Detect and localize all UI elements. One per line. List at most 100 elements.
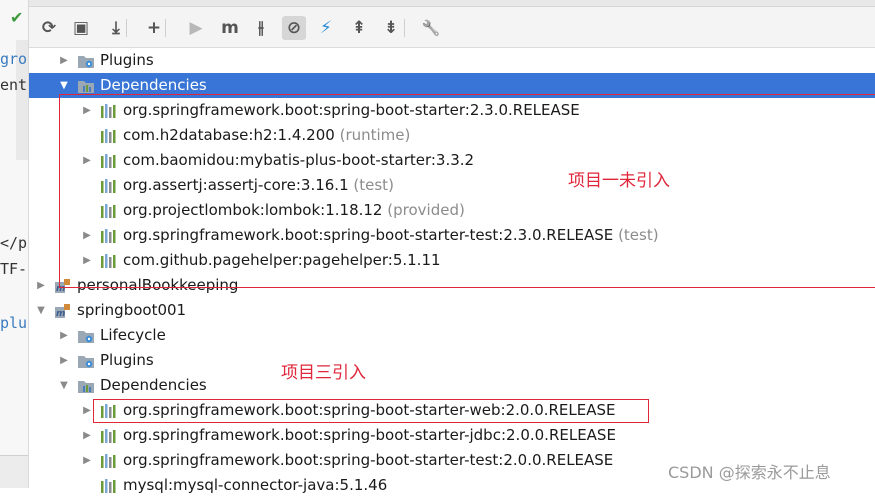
chevron-down-icon[interactable]: ▼	[58, 73, 70, 98]
library-icon	[100, 152, 118, 168]
execute-goal-icon[interactable]: m	[218, 16, 242, 40]
chevron-down-icon[interactable]: ▼	[35, 298, 47, 323]
annotation-project3-note: 项目三引入	[281, 363, 366, 383]
library-icon	[100, 227, 118, 243]
editor-text-fragment: gro	[0, 50, 28, 68]
tree-row[interactable]: ▼ Dependencies	[29, 373, 875, 398]
dependency-scope: (test)	[353, 176, 394, 194]
tree-item-label: org.springframework.boot:spring-boot-sta…	[123, 101, 580, 119]
folder-deps-icon	[77, 77, 95, 93]
tree-row[interactable]: org.projectlombok:lombok:1.18.12 (provid…	[29, 198, 875, 223]
annotation-project1-note: 项目一未引入	[568, 171, 670, 191]
download-icon[interactable]: ⤓	[104, 16, 128, 40]
library-icon	[100, 127, 118, 143]
tree-item-label: org.springframework.boot:spring-boot-sta…	[123, 401, 616, 419]
library-icon	[100, 252, 118, 268]
editor-text-fragment: plu	[0, 314, 28, 332]
tree-item-label: org.springframework.boot:spring-boot-sta…	[123, 426, 616, 444]
chevron-right-icon[interactable]: ▶	[81, 448, 93, 473]
tree-row[interactable]: ▶ Lifecycle	[29, 323, 875, 348]
chevron-right-icon[interactable]: ▶	[35, 273, 47, 298]
folder-plugin-icon	[77, 352, 95, 368]
settings-wrench-icon[interactable]: 🔧	[419, 16, 443, 40]
maven-module-icon: m	[54, 277, 72, 294]
tree-item-label: Lifecycle	[100, 326, 166, 344]
tree-item-label: org.springframework.boot:spring-boot-sta…	[123, 226, 614, 244]
maven-toolbar: ⟳ ▣ ⤓ + ▶ m ⫲ ⊘ ⚡ ⇞ ⇟ 🔧	[29, 7, 875, 48]
show-dependencies-icon[interactable]: ⚡	[314, 16, 338, 40]
chevron-right-icon[interactable]: ▶	[58, 348, 70, 373]
tree-row[interactable]: ▶ org.springframework.boot:spring-boot-st…	[29, 98, 875, 123]
collapse-all-icon[interactable]: ⇟	[379, 16, 403, 40]
library-icon	[100, 427, 118, 443]
library-icon	[100, 102, 118, 118]
tree-item-label: Dependencies	[100, 376, 207, 394]
tree-row[interactable]: ▼ m springboot001	[29, 298, 875, 323]
tree-row[interactable]: ▶ org.springframework.boot:spring-boot-st…	[29, 398, 875, 423]
folder-plugin-icon	[77, 327, 95, 343]
maven-tool-window: ⟳ ▣ ⤓ + ▶ m ⫲ ⊘ ⚡ ⇞ ⇟ 🔧 ▶ Plugins ▼ Dependencies ▶ org.s…	[29, 0, 875, 494]
skip-tests-icon[interactable]: ⊘	[282, 16, 306, 40]
dependency-scope: (test)	[618, 226, 659, 244]
chevron-right-icon[interactable]: ▶	[81, 98, 93, 123]
library-icon	[100, 202, 118, 218]
folder-plugin-icon	[77, 52, 95, 68]
tree-row[interactable]: ▶ org.springframework.boot:spring-boot-st…	[29, 223, 875, 248]
tree-item-label: com.h2database:h2:1.4.200	[123, 126, 335, 144]
generate-sources-icon[interactable]: ▣	[69, 16, 93, 40]
tree-item-label: org.springframework.boot:spring-boot-sta…	[123, 451, 614, 469]
tree-item-label: Dependencies	[100, 76, 207, 94]
editor-text-fragment: ent	[0, 76, 28, 94]
library-icon	[100, 452, 118, 468]
library-icon	[100, 177, 118, 193]
chevron-right-icon[interactable]: ▶	[81, 398, 93, 423]
tree-item-label: org.projectlombok:lombok:1.18.12	[123, 201, 383, 219]
tree-item-label: com.baomidou:mybatis-plus-boot-starter:3…	[123, 151, 475, 169]
chevron-down-icon[interactable]: ▼	[58, 373, 70, 398]
editor-text-fragment: TF-	[0, 260, 28, 278]
tree-row[interactable]: ▶ m personalBookkeeping	[29, 273, 875, 298]
maven-project-tree: ▶ Plugins ▼ Dependencies ▶ org.springframewor…	[29, 48, 875, 494]
toolbar-separator	[404, 19, 405, 37]
chevron-right-icon[interactable]: ▶	[81, 148, 93, 173]
checkmark-icon: ✔	[10, 8, 24, 27]
tree-row[interactable]: ▶ com.github.pagehelper:pagehelper:5.1.11	[29, 248, 875, 273]
tree-item-label: springboot001	[77, 301, 187, 319]
library-icon	[100, 477, 118, 493]
tree-item-label: Plugins	[100, 51, 154, 69]
tree-row[interactable]: ▶ Plugins	[29, 48, 875, 73]
chevron-right-icon[interactable]: ▶	[58, 48, 70, 73]
editor-text-fragment: </p	[0, 234, 28, 252]
chevron-right-icon[interactable]: ▶	[81, 423, 93, 448]
tree-item-label: org.assertj:assertj-core:3.16.1	[123, 176, 349, 194]
toolbar-separator	[165, 19, 166, 37]
expand-all-icon[interactable]: ⇞	[347, 16, 371, 40]
tree-row[interactable]: ▶ org.springframework.boot:spring-boot-st…	[29, 423, 875, 448]
run-icon[interactable]: ▶	[184, 16, 208, 40]
tree-row[interactable]: ▶ com.baomidou:mybatis-plus-boot-starter:…	[29, 148, 875, 173]
reload-icon[interactable]: ⟳	[37, 16, 61, 40]
tree-item-label: Plugins	[100, 351, 154, 369]
editor-status-strip	[0, 455, 28, 488]
add-icon[interactable]: +	[142, 16, 166, 40]
tree-row[interactable]: org.assertj:assertj-core:3.16.1 (test)	[29, 173, 875, 198]
tree-item-label: com.github.pagehelper:pagehelper:5.1.11	[123, 251, 441, 269]
dependency-scope: (provided)	[387, 201, 465, 219]
chevron-right-icon[interactable]: ▶	[81, 248, 93, 273]
toolbar-separator	[126, 19, 127, 37]
editor-gutter: ✔ gro ent </p TF- plu	[0, 0, 29, 488]
library-icon	[100, 402, 118, 418]
chevron-right-icon[interactable]: ▶	[58, 323, 70, 348]
watermark: CSDN @探索永不止息	[668, 463, 831, 482]
folder-deps-icon	[77, 377, 95, 393]
svg-text:m: m	[56, 309, 65, 319]
toggle-offline-icon[interactable]: ⫲	[249, 16, 273, 40]
maven-module-icon: m	[54, 302, 72, 319]
svg-text:m: m	[56, 284, 65, 294]
tree-row[interactable]: ▶ Plugins	[29, 348, 875, 373]
dependency-scope: (runtime)	[339, 126, 411, 144]
tree-row[interactable]: com.h2database:h2:1.4.200 (runtime)	[29, 123, 875, 148]
tree-row[interactable]: ▼ Dependencies	[29, 73, 875, 98]
chevron-right-icon[interactable]: ▶	[81, 223, 93, 248]
tree-item-label: personalBookkeeping	[77, 276, 239, 294]
